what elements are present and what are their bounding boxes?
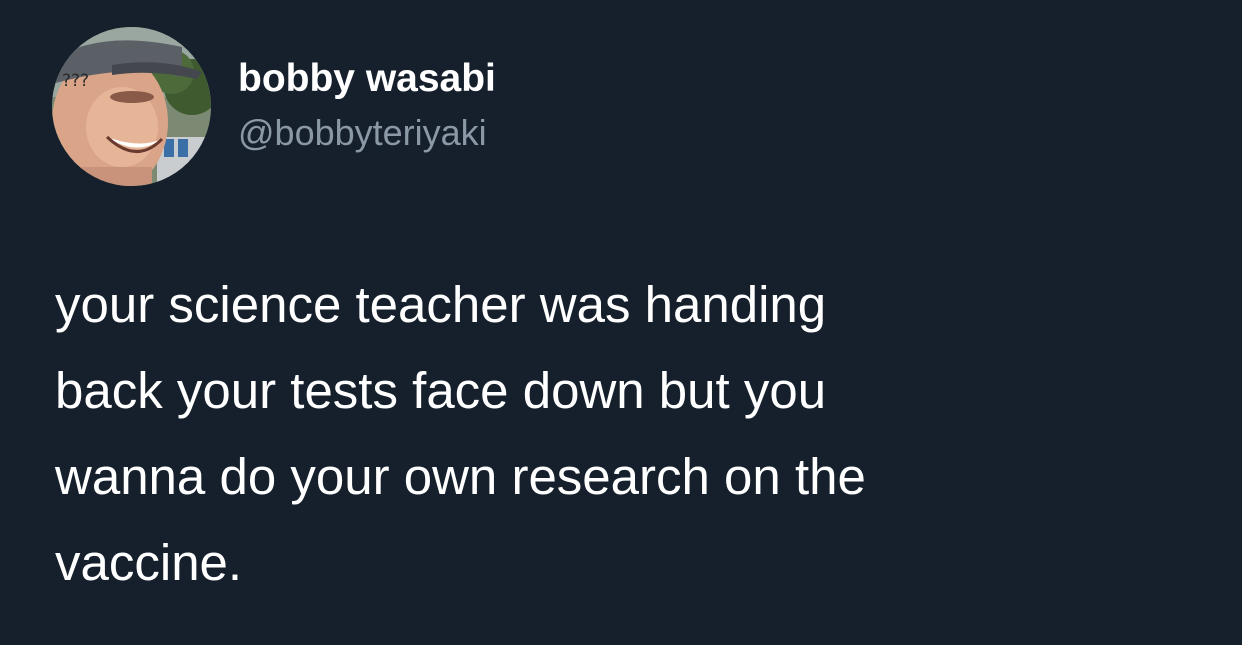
- tweet-text: your science teacher was handing back yo…: [55, 276, 866, 591]
- avatar[interactable]: ???: [52, 27, 211, 186]
- profile-photo-icon: [52, 27, 211, 186]
- user-handle[interactable]: @bobbyteriyaki: [238, 112, 487, 154]
- tweet-card: ??? bobby wasabi @bobbyteriyaki your sci…: [0, 0, 1242, 645]
- avatar-overlay-text: ???: [62, 71, 90, 91]
- display-name[interactable]: bobby wasabi: [238, 56, 496, 102]
